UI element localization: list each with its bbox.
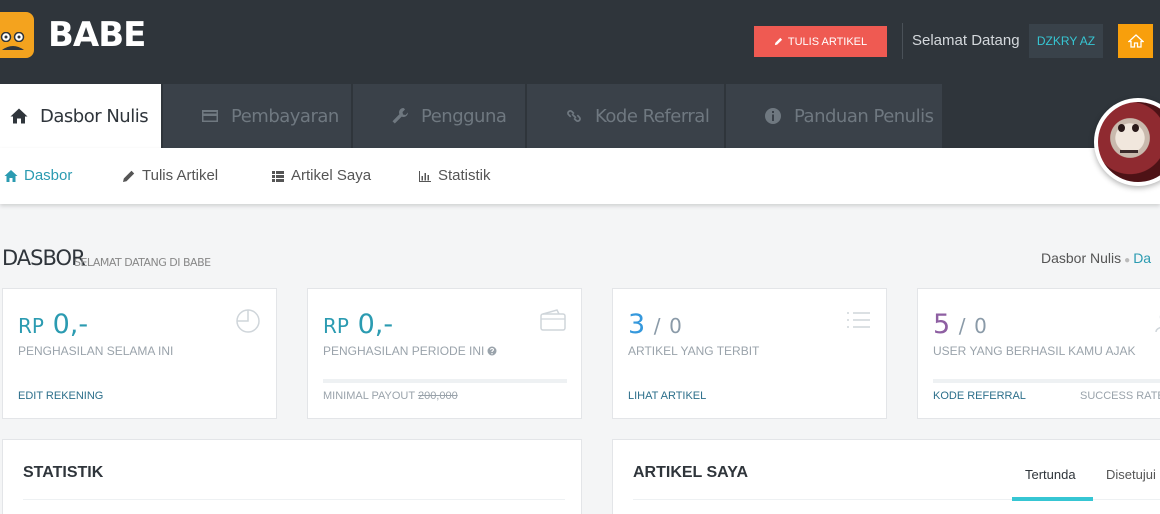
card-label: PENGHASILAN SELAMA INI bbox=[18, 344, 174, 358]
subnav-label: Artikel Saya bbox=[291, 167, 372, 184]
home-icon bbox=[1127, 34, 1144, 48]
subnav-item-tulis-artikel[interactable]: Tulis Artikel bbox=[122, 167, 218, 184]
subnav-item-statistik[interactable]: Statistik bbox=[418, 167, 491, 184]
card-label: ARTIKEL YANG TERBIT bbox=[628, 344, 760, 358]
payout-progress-bar bbox=[323, 379, 567, 383]
list-icon bbox=[847, 312, 870, 328]
payout-value: 200,000 bbox=[417, 390, 458, 402]
breadcrumb-current[interactable]: Da bbox=[1133, 250, 1151, 266]
pie-chart-icon bbox=[236, 309, 260, 333]
tab-label: Pembayaran bbox=[231, 105, 339, 127]
tab-dasbor-nulis[interactable]: Dasbor Nulis bbox=[0, 84, 161, 148]
card-value: RP 0,- bbox=[18, 309, 88, 340]
breadcrumb-separator: ● bbox=[1124, 255, 1131, 266]
card-label: USER YANG BERHASIL KAMU AJAK bbox=[933, 344, 1136, 358]
earnings-value: 0,- bbox=[357, 309, 394, 340]
credit-card-icon bbox=[202, 110, 218, 122]
link-icon bbox=[567, 109, 581, 123]
value-separator: / bbox=[958, 314, 966, 338]
page-title: DASBOR bbox=[2, 246, 86, 270]
view-articles-link[interactable]: LIHAT ARTIKEL bbox=[628, 390, 706, 402]
home-icon bbox=[10, 108, 28, 124]
subnav-label: Tulis Artikel bbox=[142, 167, 219, 184]
info-icon bbox=[765, 108, 781, 124]
card-value: 5 / 0 bbox=[933, 309, 987, 340]
tab-label: Panduan Penulis bbox=[794, 105, 934, 127]
avatar-image bbox=[1098, 102, 1160, 182]
welcome-text: Selamat Datang bbox=[912, 32, 1020, 49]
subnav-label: Statistik bbox=[438, 167, 491, 184]
pencil-icon bbox=[123, 170, 135, 182]
logo-mascot-icon[interactable] bbox=[0, 12, 34, 58]
card-period-earnings: RP 0,- PENGHASILAN PERIODE INI MINIMAL P… bbox=[307, 288, 582, 419]
wallet-icon bbox=[540, 309, 566, 331]
tab-panduan-penulis[interactable]: Panduan Penulis bbox=[726, 84, 942, 148]
bar-chart-icon bbox=[419, 170, 431, 182]
statistics-panel: STATISTIK bbox=[2, 439, 582, 514]
minimal-payout-label: MINIMAL PAYOUT 200,000 bbox=[323, 390, 458, 402]
subnav-item-dasbor[interactable]: Dasbor bbox=[4, 167, 72, 184]
active-tab-indicator bbox=[1012, 497, 1093, 501]
panel-divider bbox=[23, 499, 565, 500]
question-circle-icon[interactable] bbox=[487, 346, 497, 356]
breadcrumb: Dasbor Nulis ● Da bbox=[1041, 250, 1151, 266]
page-subtitle: SELAMAT DATANG DI BABE bbox=[74, 256, 211, 269]
write-article-button[interactable]: TULIS ARTIKEL bbox=[754, 26, 887, 57]
panel-title: ARTIKEL SAYA bbox=[633, 464, 748, 481]
panel-title: STATISTIK bbox=[23, 464, 104, 481]
card-value: 3 / 0 bbox=[628, 309, 682, 340]
subnav-label: Dasbor bbox=[24, 167, 73, 184]
tab-label: Dasbor Nulis bbox=[40, 105, 149, 127]
list-icon bbox=[272, 170, 284, 182]
my-articles-panel: ARTIKEL SAYA Tertunda Disetujui bbox=[612, 439, 1160, 514]
home-icon bbox=[4, 169, 18, 182]
referral-progress-bar bbox=[933, 379, 1160, 383]
tab-pengguna[interactable]: Pengguna bbox=[353, 84, 525, 148]
write-article-label: TULIS ARTIKEL bbox=[787, 35, 868, 48]
tab-kode-referral[interactable]: Kode Referral bbox=[527, 84, 724, 148]
tab-label: Kode Referral bbox=[595, 105, 710, 127]
referral-total: 0 bbox=[974, 314, 987, 338]
card-label: PENGHASILAN PERIODE INI bbox=[323, 344, 497, 358]
card-value: RP 0,- bbox=[323, 309, 393, 340]
user-menu[interactable]: DZKRY AZ bbox=[1029, 24, 1103, 58]
success-rate-label: SUCCESS RATE 0 bbox=[1080, 390, 1160, 402]
card-published-articles: 3 / 0 ARTIKEL YANG TERBIT LIHAT ARTIKEL bbox=[612, 288, 887, 419]
currency-prefix: RP bbox=[323, 314, 349, 338]
tab-disetujui[interactable]: Disetujui bbox=[1106, 467, 1156, 482]
wrench-icon bbox=[392, 108, 408, 124]
sub-navigation: Dasbor Tulis Artikel Artikel Saya Statis… bbox=[0, 148, 1160, 204]
user-icon bbox=[1155, 315, 1160, 333]
tab-pembayaran[interactable]: Pembayaran bbox=[163, 84, 351, 148]
card-total-earnings: RP 0,- PENGHASILAN SELAMA INI EDIT REKEN… bbox=[2, 288, 277, 419]
card-label-text: PENGHASILAN PERIODE INI bbox=[323, 344, 485, 358]
referral-code-link[interactable]: KODE REFERRAL bbox=[933, 390, 1026, 402]
logo-text[interactable]: BABE bbox=[48, 12, 146, 58]
value-separator: / bbox=[653, 314, 661, 338]
breadcrumb-item[interactable]: Dasbor Nulis bbox=[1041, 250, 1121, 266]
card-referred-users: 5 / 0 USER YANG BERHASIL KAMU AJAK KODE … bbox=[917, 288, 1160, 419]
home-button[interactable] bbox=[1118, 24, 1153, 58]
header-divider bbox=[902, 23, 903, 59]
tab-tertunda[interactable]: Tertunda bbox=[1025, 467, 1076, 482]
tab-label: Pengguna bbox=[421, 105, 507, 127]
published-count: 3 bbox=[628, 309, 646, 340]
payout-label: MINIMAL PAYOUT bbox=[323, 390, 415, 402]
subnav-item-artikel-saya[interactable]: Artikel Saya bbox=[271, 167, 371, 184]
published-total: 0 bbox=[669, 314, 682, 338]
referral-count: 5 bbox=[933, 309, 951, 340]
edit-account-link[interactable]: EDIT REKENING bbox=[18, 390, 103, 402]
earnings-value: 0,- bbox=[52, 309, 89, 340]
pencil-icon bbox=[774, 37, 782, 46]
currency-prefix: RP bbox=[18, 314, 44, 338]
top-bar: BABE TULIS ARTIKEL Selamat Datang DZKRY … bbox=[0, 0, 1160, 148]
